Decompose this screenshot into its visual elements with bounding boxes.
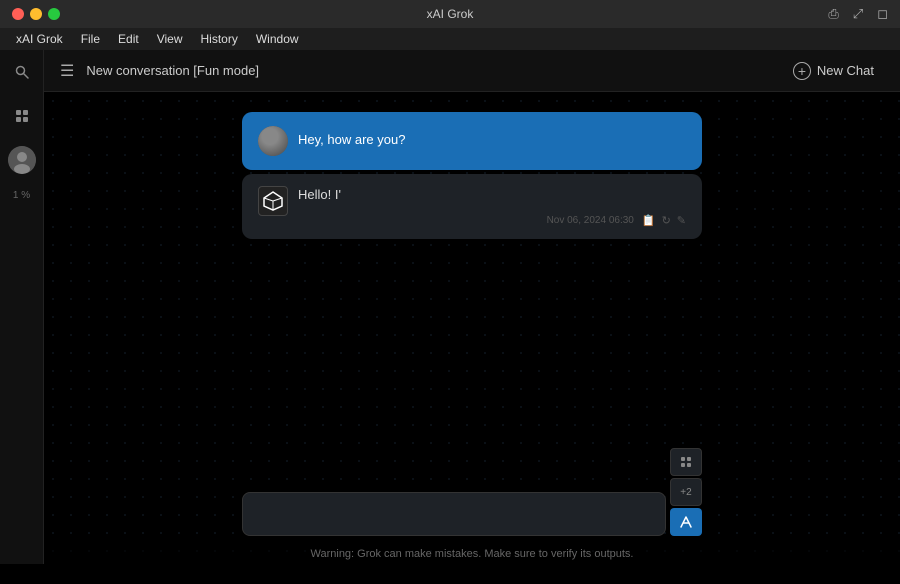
send-button[interactable] <box>670 508 702 536</box>
ai-message: Hello! I' Nov 06, 2024 06:30 📋 ↻ ✎ <box>242 174 702 239</box>
menu-window[interactable]: Window <box>248 30 307 48</box>
window-title: xAI Grok <box>427 7 474 21</box>
hamburger-icon[interactable]: ☰ <box>60 61 74 81</box>
search-icon[interactable] <box>8 58 36 86</box>
user-message-avatar <box>258 126 288 156</box>
ai-message-timestamp: Nov 06, 2024 06:30 <box>547 215 634 226</box>
input-wrapper <box>242 492 666 536</box>
conversation-title: New conversation [Fun mode] <box>86 63 783 78</box>
menu-xai-grok[interactable]: xAI Grok <box>8 30 71 48</box>
usage-percentage: 1 % <box>13 190 30 201</box>
sidebar: 1 % <box>0 50 44 564</box>
new-chat-button[interactable]: + New Chat <box>783 58 884 84</box>
traffic-lights <box>12 8 60 20</box>
chat-input[interactable] <box>255 507 653 522</box>
warning-text: Warning: Grok can make mistakes. Make su… <box>311 548 634 560</box>
ai-action-buttons: 📋 ↻ ✎ <box>642 214 686 227</box>
app-container: 1 % ☰ New conversation [Fun mode] + New … <box>0 50 900 564</box>
window-icon[interactable]: ◻ <box>877 6 888 22</box>
input-area: +2 <box>242 448 702 536</box>
titlebar: xAI Grok ⎙ ⤢ ◻ <box>0 0 900 28</box>
titlebar-controls: ⎙ ⤢ ◻ <box>828 6 888 22</box>
menubar: xAI Grok File Edit View History Window <box>0 28 900 50</box>
close-button[interactable] <box>12 8 24 20</box>
menu-history[interactable]: History <box>193 30 246 48</box>
ai-message-avatar <box>258 186 288 216</box>
user-message: Hey, how are you? <box>242 112 702 170</box>
chat-area: Hey, how are you? Hello! I' <box>44 92 900 564</box>
copy-icon[interactable]: 📋 <box>642 214 656 227</box>
edit-icon[interactable]: ✎ <box>677 214 686 227</box>
grid-icon[interactable] <box>8 102 36 130</box>
warning-bar: Warning: Grok can make mistakes. Make su… <box>44 544 900 564</box>
share-icon[interactable]: ⎙ <box>828 6 838 22</box>
app-header: ☰ New conversation [Fun mode] + New Chat <box>44 50 900 92</box>
minimize-button[interactable] <box>30 8 42 20</box>
messages-container: Hey, how are you? Hello! I' <box>242 112 702 239</box>
ai-message-text: Hello! I' <box>298 181 341 202</box>
refresh-icon[interactable]: ↻ <box>662 214 671 227</box>
zoom-icon[interactable]: ⤢ <box>853 6 863 22</box>
menu-edit[interactable]: Edit <box>110 30 147 48</box>
menu-file[interactable]: File <box>73 30 108 48</box>
format-button[interactable] <box>670 448 702 476</box>
main-content: Hey, how are you? Hello! I' <box>44 92 900 564</box>
menu-view[interactable]: View <box>149 30 191 48</box>
maximize-button[interactable] <box>48 8 60 20</box>
user-message-text: Hey, how are you? <box>298 126 405 147</box>
new-chat-plus-icon: + <box>793 62 811 80</box>
ai-message-footer: Nov 06, 2024 06:30 📋 ↻ ✎ <box>298 210 686 227</box>
user-avatar[interactable] <box>8 146 36 174</box>
new-chat-label: New Chat <box>817 63 874 78</box>
plus2-button[interactable]: +2 <box>670 478 702 506</box>
input-action-buttons: +2 <box>670 448 702 536</box>
